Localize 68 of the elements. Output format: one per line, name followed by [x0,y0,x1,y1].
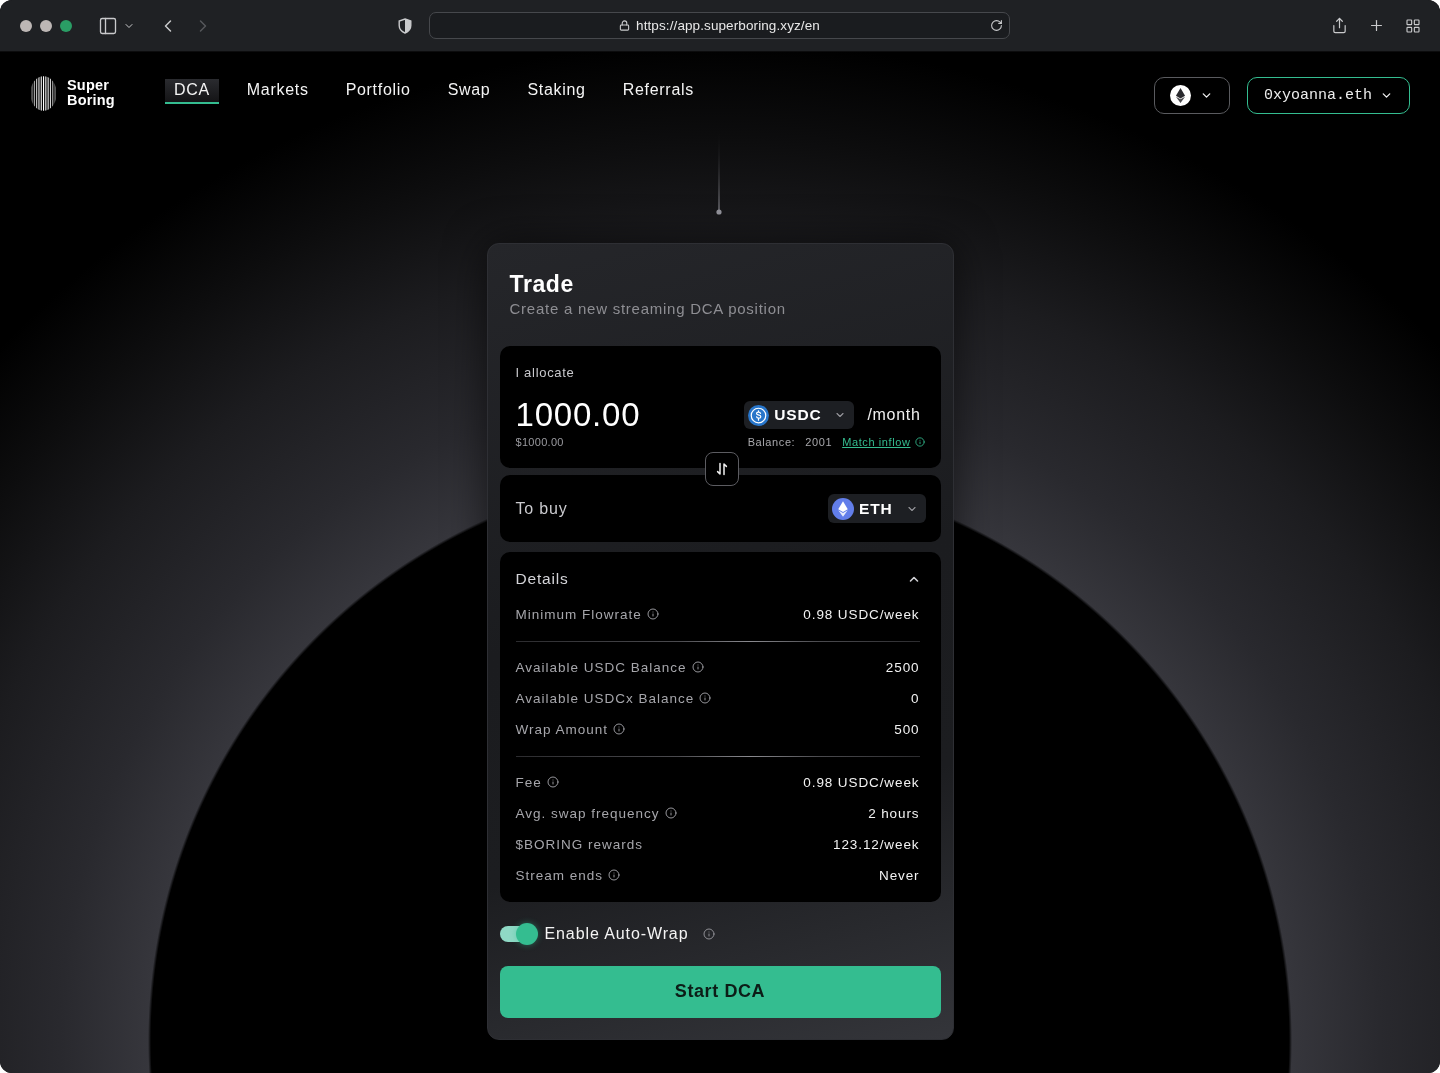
amount-input[interactable]: 1000.00 [515,396,706,434]
balance-value: 2001 [805,436,833,448]
window-minimize-icon[interactable] [40,19,52,32]
lock-icon [619,20,631,31]
striped-logo-icon[interactable] [30,76,57,111]
buy-label: To buy [515,499,568,518]
detail-value: 2500 [885,659,920,675]
detail-value: 2 hours [868,805,920,821]
info-icon[interactable] [691,661,704,674]
swap-direction-button[interactable] [705,452,739,486]
nav-tab[interactable]: Staking [518,78,595,104]
detail-value: 123.12/week [833,836,920,852]
detail-label: Wrap Amount [515,721,609,737]
detail-label: Available USDC Balance [515,659,687,675]
detail-label: Stream ends [515,867,604,883]
share-icon[interactable] [1331,17,1348,34]
info-icon[interactable] [646,608,659,621]
token-select[interactable]: USDC [744,401,855,429]
network-button[interactable] [1153,77,1230,114]
detail-value: 0 [911,690,920,706]
detail-value: 0.98 USDC/week [803,606,920,622]
window-zoom-icon[interactable] [60,19,72,32]
auto-wrap-label: Enable Auto-Wrap [544,924,689,943]
details-title: Details [515,570,569,589]
nav-tab[interactable]: Markets [237,78,318,104]
info-icon[interactable] [664,807,677,820]
url-text: https://app.superboring.xyz/en [636,18,820,33]
dollar-coin-icon [748,404,770,426]
detail-label: Available USDCx Balance [515,690,695,706]
nav-tab[interactable]: Swap [438,78,500,104]
detail-label: Fee [515,774,542,790]
reload-icon[interactable] [990,19,1003,32]
nav-tab[interactable]: Portfolio [336,78,420,104]
info-icon[interactable] [699,692,712,705]
nav-tab[interactable]: Referrals [613,78,703,104]
detail-value: 500 [894,721,920,737]
detail-label: Avg. swap frequency [515,805,660,821]
period-label: /month [867,406,921,424]
info-icon[interactable] [608,869,621,882]
allocate-label: I allocate [515,365,576,381]
detail-value: 0.98 USDC/week [803,774,920,790]
info-icon[interactable] [914,437,925,447]
info-icon[interactable] [546,776,559,789]
swap-arrows-icon [714,461,730,477]
card-title: Trade [509,270,575,298]
info-icon[interactable] [703,927,716,940]
window-close-icon[interactable] [20,19,32,32]
nav-tab[interactable]: DCA [164,78,219,104]
balance-label: Balance: [747,436,796,448]
detail-label: Minimum Flowrate [515,606,642,622]
detail-value: Never [879,867,920,883]
brand-name[interactable]: Super [67,78,115,93]
shield-icon[interactable] [398,17,412,34]
token-select[interactable]: ETH [828,494,926,523]
detail-label: $BORING rewards [515,836,644,852]
match-inflow-link[interactable]: Match inflow [842,436,911,448]
grid-icon[interactable] [1405,17,1421,34]
plus-icon[interactable] [1368,17,1385,34]
auto-wrap-toggle[interactable] [499,922,538,945]
sidebar-icon[interactable] [98,15,118,36]
ether-coin-icon [832,497,855,520]
wallet-button[interactable]: 0xyoanna.eth [1246,77,1410,114]
usd-value: $1000.00 [515,436,564,448]
address-bar[interactable]: https://app.superboring.xyz/en [429,12,1010,39]
info-icon[interactable] [613,723,626,736]
brand-name[interactable]: Boring [67,93,115,108]
start-dca-button[interactable]: Start DCA [499,965,941,1018]
card-subtitle: Create a new streaming DCA position [509,299,787,319]
